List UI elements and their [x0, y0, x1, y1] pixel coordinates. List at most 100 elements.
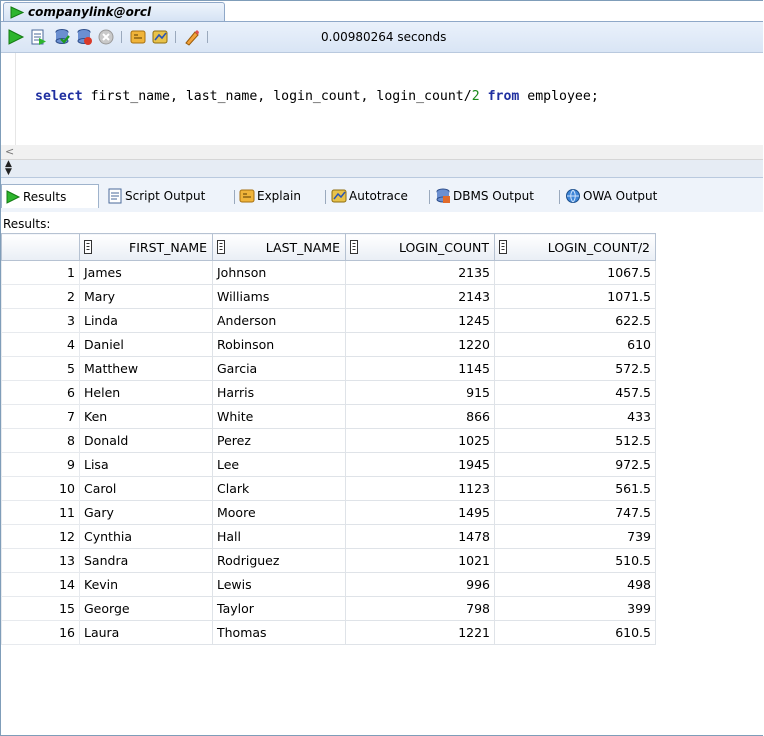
cell-login-count[interactable]: 1220 [345, 332, 495, 357]
scroll-left-icon[interactable]: < [5, 145, 14, 158]
cell-login-count[interactable]: 1021 [345, 548, 495, 573]
cell-last-name[interactable]: Lee [212, 452, 346, 477]
explain-plan-icon[interactable] [129, 28, 147, 46]
cell-login-count-half[interactable]: 747.5 [494, 500, 656, 525]
cell-login-count-half[interactable]: 433 [494, 404, 656, 429]
cell-login-count-half[interactable]: 399 [494, 596, 656, 621]
commit-icon[interactable] [53, 28, 71, 46]
column-header-last-name[interactable]: LAST_NAME [212, 233, 346, 261]
cell-login-count-half[interactable]: 610.5 [494, 620, 656, 645]
cell-first-name[interactable]: Carol [79, 476, 213, 501]
cell-last-name[interactable]: Lewis [212, 572, 346, 597]
table-row[interactable]: 4 Daniel Robinson 1220 610 [1, 332, 656, 357]
column-header-login-count-half[interactable]: LOGIN_COUNT/2 [494, 233, 656, 261]
cell-login-count[interactable]: 1478 [345, 524, 495, 549]
table-row[interactable]: 7 Ken White 866 433 [1, 404, 656, 429]
cell-last-name[interactable]: Williams [212, 284, 346, 309]
table-row[interactable]: 5 Matthew Garcia 1145 572.5 [1, 356, 656, 381]
cell-login-count[interactable]: 1945 [345, 452, 495, 477]
table-row[interactable]: 14 Kevin Lewis 996 498 [1, 572, 656, 597]
cell-first-name[interactable]: Linda [79, 308, 213, 333]
table-row[interactable]: 1 James Johnson 2135 1067.5 [1, 260, 656, 285]
cell-login-count-half[interactable]: 622.5 [494, 308, 656, 333]
cell-login-count-half[interactable]: 739 [494, 524, 656, 549]
cell-last-name[interactable]: Rodriguez [212, 548, 346, 573]
cell-first-name[interactable]: Helen [79, 380, 213, 405]
tab-autotrace[interactable]: Autotrace [331, 184, 425, 208]
column-header-first-name[interactable]: FIRST_NAME [79, 233, 213, 261]
table-row[interactable]: 3 Linda Anderson 1245 622.5 [1, 308, 656, 333]
tab-results[interactable]: Results [1, 184, 99, 208]
cell-last-name[interactable]: Robinson [212, 332, 346, 357]
cell-login-count[interactable]: 798 [345, 596, 495, 621]
cell-last-name[interactable]: Garcia [212, 356, 346, 381]
cell-login-count[interactable]: 1145 [345, 356, 495, 381]
table-row[interactable]: 15 George Taylor 798 399 [1, 596, 656, 621]
cell-last-name[interactable]: Anderson [212, 308, 346, 333]
cell-last-name[interactable]: Hall [212, 524, 346, 549]
cell-login-count[interactable]: 1221 [345, 620, 495, 645]
run-script-icon[interactable] [29, 28, 47, 46]
cell-login-count[interactable]: 915 [345, 380, 495, 405]
cell-login-count[interactable]: 996 [345, 572, 495, 597]
cell-first-name[interactable]: Gary [79, 500, 213, 525]
cell-last-name[interactable]: Moore [212, 500, 346, 525]
cell-last-name[interactable]: Taylor [212, 596, 346, 621]
cell-last-name[interactable]: Thomas [212, 620, 346, 645]
cell-first-name[interactable]: Lisa [79, 452, 213, 477]
table-row[interactable]: 16 Laura Thomas 1221 610.5 [1, 620, 656, 645]
document-tab-companylink[interactable]: companylink@orcl [3, 2, 225, 21]
table-row[interactable]: 10 Carol Clark 1123 561.5 [1, 476, 656, 501]
cell-last-name[interactable]: Harris [212, 380, 346, 405]
table-row[interactable]: 12 Cynthia Hall 1478 739 [1, 524, 656, 549]
cell-login-count[interactable]: 2135 [345, 260, 495, 285]
cell-last-name[interactable]: Perez [212, 428, 346, 453]
autotrace-icon[interactable] [151, 28, 169, 46]
cancel-icon[interactable] [97, 28, 115, 46]
cell-login-count-half[interactable]: 972.5 [494, 452, 656, 477]
cell-login-count[interactable]: 1025 [345, 428, 495, 453]
editor-horizontal-scrollbar[interactable]: < [1, 145, 763, 160]
cell-first-name[interactable]: Cynthia [79, 524, 213, 549]
cell-login-count-half[interactable]: 1071.5 [494, 284, 656, 309]
cell-first-name[interactable]: James [79, 260, 213, 285]
cell-first-name[interactable]: Donald [79, 428, 213, 453]
cell-last-name[interactable]: Clark [212, 476, 346, 501]
cell-first-name[interactable]: Mary [79, 284, 213, 309]
results-grid[interactable]: FIRST_NAME LAST_NAME LOGIN_COUNT LOGIN_C… [1, 233, 763, 735]
cell-login-count-half[interactable]: 498 [494, 572, 656, 597]
collapse-expand-icon[interactable]: ▲ ▼ [5, 160, 12, 177]
cell-login-count-half[interactable]: 510.5 [494, 548, 656, 573]
cell-login-count[interactable]: 2143 [345, 284, 495, 309]
cell-first-name[interactable]: Sandra [79, 548, 213, 573]
cell-login-count-half[interactable]: 512.5 [494, 428, 656, 453]
tab-script-output[interactable]: Script Output [107, 184, 233, 208]
rollback-icon[interactable] [75, 28, 93, 46]
table-row[interactable]: 9 Lisa Lee 1945 972.5 [1, 452, 656, 477]
tab-owa-output[interactable]: OWA Output [565, 184, 681, 208]
cell-first-name[interactable]: Matthew [79, 356, 213, 381]
table-row[interactable]: 11 Gary Moore 1495 747.5 [1, 500, 656, 525]
cell-login-count-half[interactable]: 572.5 [494, 356, 656, 381]
cell-first-name[interactable]: Laura [79, 620, 213, 645]
cell-login-count-half[interactable]: 561.5 [494, 476, 656, 501]
cell-first-name[interactable]: Kevin [79, 572, 213, 597]
cell-first-name[interactable]: George [79, 596, 213, 621]
run-statement-icon[interactable] [7, 28, 25, 46]
cell-login-count[interactable]: 1123 [345, 476, 495, 501]
table-row[interactable]: 13 Sandra Rodriguez 1021 510.5 [1, 548, 656, 573]
cell-login-count[interactable]: 1245 [345, 308, 495, 333]
column-header-login-count[interactable]: LOGIN_COUNT [345, 233, 495, 261]
cell-login-count-half[interactable]: 457.5 [494, 380, 656, 405]
cell-last-name[interactable]: Johnson [212, 260, 346, 285]
cell-login-count[interactable]: 866 [345, 404, 495, 429]
sql-editor[interactable]: select first_name, last_name, login_coun… [1, 53, 763, 146]
tab-explain[interactable]: Explain [239, 184, 321, 208]
table-row[interactable]: 2 Mary Williams 2143 1071.5 [1, 284, 656, 309]
sql-statement[interactable]: select first_name, last_name, login_coun… [35, 89, 599, 104]
tab-dbms-output[interactable]: DBMS Output [435, 184, 555, 208]
cell-login-count[interactable]: 1495 [345, 500, 495, 525]
cell-first-name[interactable]: Daniel [79, 332, 213, 357]
split-pane-handle[interactable]: ▲ ▼ [1, 160, 763, 178]
cell-last-name[interactable]: White [212, 404, 346, 429]
